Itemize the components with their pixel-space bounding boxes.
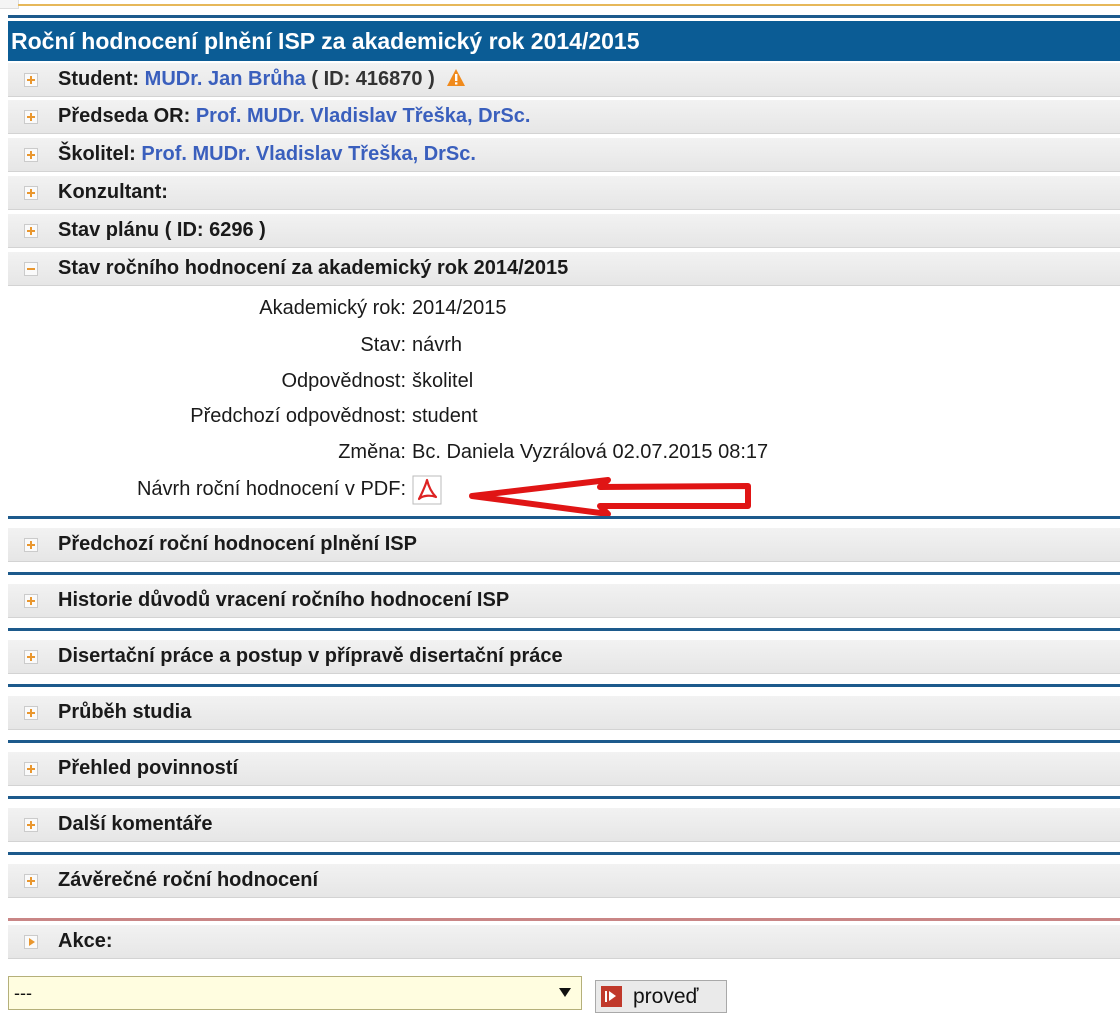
section-disertacni[interactable]: Disertační práce a postup v přípravě dis… (8, 640, 1120, 674)
collapse-minus-icon[interactable] (24, 262, 38, 276)
pdf-icon[interactable] (412, 475, 442, 505)
akce-row[interactable]: Akce: (8, 925, 1120, 959)
warning-icon[interactable] (446, 68, 466, 87)
field-value: Bc. Daniela Vyzrálová 02.07.2015 08:17 (412, 441, 769, 463)
expand-plus-icon[interactable] (24, 186, 38, 200)
expand-arrow-icon[interactable] (24, 935, 38, 949)
proved-button[interactable]: proveď (595, 980, 727, 1013)
page-title: Roční hodnocení plnění ISP za akademický… (8, 21, 1120, 61)
chevron-down-icon[interactable] (559, 988, 571, 997)
field-label: Odpovědnost: (281, 370, 406, 392)
predseda-label: Předseda OR: (58, 105, 191, 127)
field-label: Stav: (360, 334, 406, 356)
field-label: Předchozí odpovědnost: (190, 405, 406, 427)
expand-plus-icon[interactable] (24, 148, 38, 162)
section-povinnosti[interactable]: Přehled povinností (8, 752, 1120, 786)
expand-plus-icon[interactable] (24, 110, 38, 124)
proved-button-label: proveď (633, 985, 699, 1008)
section-komentare[interactable]: Další komentáře (8, 808, 1120, 842)
red-arrow-annotation (469, 477, 751, 516)
section-label: Historie důvodů vracení ročního hodnocen… (58, 589, 510, 611)
student-label: Student: (58, 68, 140, 90)
field-value: návrh (412, 334, 463, 356)
field-value: 2014/2015 (412, 297, 507, 319)
skolitel-name-link[interactable]: Prof. MUDr. Vladislav Třeška, DrSc. (141, 143, 476, 165)
field-value: student (412, 405, 478, 427)
section-label: Závěrečné roční hodnocení (58, 869, 319, 891)
predseda-name-link[interactable]: Prof. MUDr. Vladislav Třeška, DrSc. (196, 105, 531, 127)
expand-plus-icon[interactable] (24, 818, 38, 832)
stav-hodnoceni-label: Stav ročního hodnocení za akademický rok… (58, 257, 569, 279)
skolitel-label: Školitel: (58, 143, 136, 165)
section-historie[interactable]: Historie důvodů vracení ročního hodnocen… (8, 584, 1120, 618)
konzultant-label: Konzultant: (58, 181, 168, 203)
akce-select[interactable]: --- (8, 976, 582, 1010)
akce-label: Akce: (58, 930, 113, 952)
field-label: Návrh roční hodnocení v PDF: (136, 478, 406, 500)
konzultant-row[interactable]: Konzultant: (8, 176, 1120, 210)
expand-plus-icon[interactable] (24, 224, 38, 238)
expand-plus-icon[interactable] (24, 762, 38, 776)
student-name-link[interactable]: MUDr. Jan Brůha (145, 68, 306, 90)
student-id: ( ID: 416870 ) (311, 68, 435, 90)
akce-select-value: --- (14, 983, 32, 1003)
student-row[interactable]: Student: MUDr. Jan Brůha ( ID: 416870 ) (8, 63, 1120, 97)
skolitel-row[interactable]: Školitel: Prof. MUDr. Vladislav Třeška, … (8, 138, 1120, 172)
stav-hodnoceni-row[interactable]: Stav ročního hodnocení za akademický rok… (8, 252, 1120, 286)
expand-plus-icon[interactable] (24, 594, 38, 608)
section-zaverecne[interactable]: Závěrečné roční hodnocení (8, 864, 1120, 898)
section-prubeh[interactable]: Průběh studia (8, 696, 1120, 730)
expand-plus-icon[interactable] (24, 73, 38, 87)
section-label: Disertační práce a postup v přípravě dis… (58, 645, 563, 667)
expand-plus-icon[interactable] (24, 874, 38, 888)
predseda-row[interactable]: Předseda OR: Prof. MUDr. Vladislav Třešk… (8, 100, 1120, 134)
section-label: Přehled povinností (58, 757, 239, 779)
top-border (0, 0, 1120, 18)
field-value: školitel (412, 370, 474, 392)
section-predchozi[interactable]: Předchozí roční hodnocení plnění ISP (8, 528, 1120, 562)
expand-plus-icon[interactable] (24, 538, 38, 552)
field-label: Změna: (338, 441, 406, 463)
expand-plus-icon[interactable] (24, 650, 38, 664)
field-label: Akademický rok: (259, 297, 406, 319)
section-label: Předchozí roční hodnocení plnění ISP (58, 533, 417, 555)
section-label: Průběh studia (58, 701, 192, 723)
stav-planu-label: Stav plánu ( ID: 6296 ) (58, 219, 266, 241)
play-icon (601, 986, 622, 1007)
section-label: Další komentáře (58, 813, 213, 835)
stav-planu-row[interactable]: Stav plánu ( ID: 6296 ) (8, 214, 1120, 248)
expand-plus-icon[interactable] (24, 706, 38, 720)
